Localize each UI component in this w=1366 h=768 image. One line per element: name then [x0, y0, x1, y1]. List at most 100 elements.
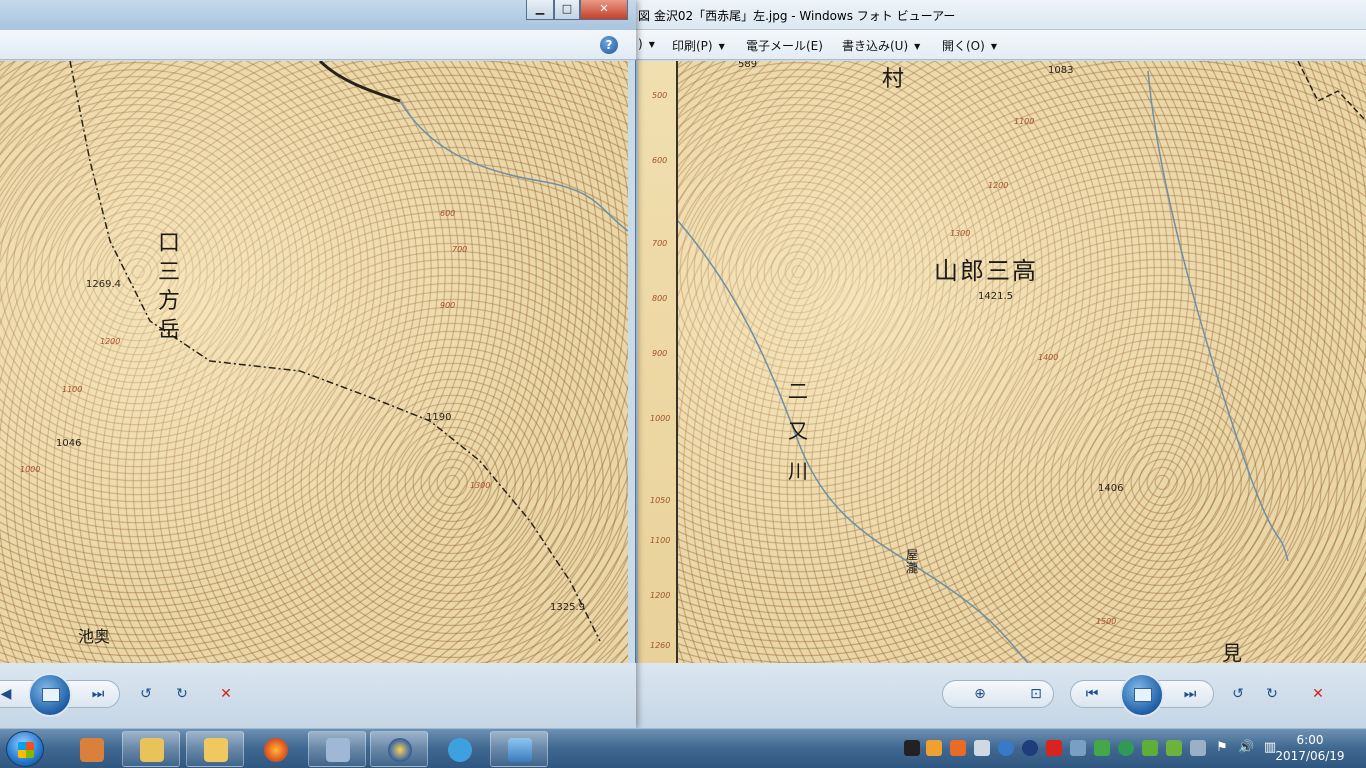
tray-app-icon[interactable] [950, 740, 966, 756]
tray-app-icon[interactable] [1190, 740, 1206, 756]
actual-size-icon[interactable]: ⊡ [1026, 685, 1046, 703]
slideshow-icon [42, 688, 60, 702]
contour-number: 1000 [20, 465, 41, 474]
next-icon[interactable]: ⏭ [88, 685, 108, 703]
tray-app-icon[interactable] [1166, 740, 1182, 756]
menu-open[interactable]: 開く(O) ▼ [942, 37, 997, 54]
action-center-flag-icon[interactable]: ⚑ [1214, 740, 1230, 756]
start-button[interactable] [6, 731, 44, 767]
next-icon[interactable]: ⏭ [1180, 685, 1200, 703]
rotate-right-icon[interactable]: ↻ [1262, 685, 1282, 703]
scale-tick: 600 [652, 156, 668, 165]
tray-app-icon[interactable] [1070, 740, 1086, 756]
app-icon [326, 738, 350, 762]
menu-email-label: 電子メール(E) [746, 39, 823, 53]
menu-file-label: ) [638, 37, 643, 51]
close-button[interactable]: ✕ [580, 0, 628, 20]
media-player-icon [388, 738, 412, 762]
tray-app-icon[interactable] [904, 740, 920, 756]
taskbar-photo-viewer[interactable] [490, 731, 548, 767]
map-label-peak: 口三方岳 [158, 231, 181, 343]
tray-app-icon[interactable] [1118, 740, 1134, 756]
contour-number: 1200 [988, 181, 1009, 190]
scale-tick: 800 [652, 294, 668, 303]
scale-tick: 1100 [650, 536, 671, 545]
title-bar[interactable]: 図 金沢02「西赤尾」左.jpg - Windows フォト ビューアー [632, 0, 1366, 30]
map-image-left[interactable]: 口三方岳 池奥 1269.4 1046 1190 1325.9 600 700 … [0, 61, 628, 663]
photo-viewer-icon [508, 738, 532, 762]
scale-tick: 1260 [650, 641, 671, 650]
menu-print[interactable]: 印刷(P) ▼ [672, 37, 725, 54]
scale-tick: 1200 [650, 591, 671, 600]
title-bar-left[interactable]: ▁ □ ✕ [0, 0, 636, 30]
elevation-label: 1406 [1098, 483, 1124, 494]
elevation-label: 1269.4 [86, 279, 121, 290]
tray-security-icon[interactable] [1142, 740, 1158, 756]
menu-email[interactable]: 電子メール(E) [746, 37, 823, 54]
scale-tick: 900 [652, 349, 668, 358]
scale-tick: 500 [652, 91, 668, 100]
map-margin-scale: 500 600 700 800 900 1000 1050 1100 1200 … [638, 61, 678, 663]
photo-viewer-controls-left: ◀ ⏭ ↺ ↻ ✕ [0, 663, 636, 728]
caption-buttons: ▁ □ ✕ [526, 0, 630, 20]
contour-number: 1100 [1014, 117, 1035, 126]
mail-icon [204, 738, 228, 762]
delete-icon[interactable]: ✕ [216, 685, 236, 703]
delete-icon[interactable]: ✕ [1308, 685, 1328, 703]
tray-app-icon[interactable] [974, 740, 990, 756]
clock-date: 2017/06/19 [1275, 749, 1345, 763]
help-icon[interactable]: ? [600, 36, 618, 54]
map-label-waterfall: 屋瀧 [906, 548, 919, 575]
river-lines [678, 61, 1366, 663]
maximize-button[interactable]: □ [554, 0, 580, 20]
map-label-village: 村 [882, 67, 905, 92]
slideshow-button[interactable] [28, 673, 72, 717]
elevation-label: 1190 [426, 412, 452, 423]
minimize-button[interactable]: ▁ [526, 0, 554, 20]
tray-app-icon[interactable] [1022, 740, 1038, 756]
internet-explorer-icon [448, 738, 472, 762]
command-bar-left: ? [0, 30, 636, 60]
map-label-edge: 見 [1222, 641, 1242, 663]
contour-number: 700 [452, 245, 468, 254]
trail-lines [69, 61, 628, 642]
tray-app-icon[interactable] [998, 740, 1014, 756]
menu-file[interactable]: ) ▼ [638, 37, 655, 51]
slideshow-button[interactable] [1120, 673, 1164, 717]
taskbar-explorer[interactable] [122, 731, 180, 767]
zoom-icon[interactable]: ⊕ [970, 685, 990, 703]
tray-pdf-icon[interactable] [1046, 740, 1062, 756]
previous-icon[interactable]: ◀ [0, 685, 16, 703]
taskbar-ie[interactable] [430, 731, 488, 767]
elevation-label: 1325.9 [550, 602, 585, 613]
tray-app-icon[interactable] [1094, 740, 1110, 756]
taskbar-app-1[interactable] [62, 731, 120, 767]
map-label-river: 二又川 [788, 379, 808, 483]
taskbar-app-5[interactable] [308, 731, 366, 767]
firefox-icon [264, 738, 288, 762]
photo-viewer-window-left: ▁ □ ✕ ? 口三方岳 池奥 1269.4 1046 1190 1325.9 … [0, 0, 636, 728]
contour-number: 1500 [1096, 617, 1117, 626]
menu-open-label: 開く(O) [942, 39, 985, 53]
photo-viewer-window: 図 金沢02「西赤尾」左.jpg - Windows フォト ビューアー ) ▼ … [632, 0, 1366, 728]
menu-bar: ) ▼ 印刷(P) ▼ 電子メール(E) 書き込み(U) ▼ 開く(O) ▼ [632, 30, 1366, 60]
taskbar-firefox[interactable] [246, 731, 304, 767]
app-icon [80, 738, 104, 762]
clock-time: 6:00 [1296, 733, 1324, 747]
rotate-left-icon[interactable]: ↺ [136, 685, 156, 703]
menu-burn[interactable]: 書き込み(U) ▼ [842, 37, 920, 54]
previous-icon[interactable]: ⏮ [1082, 685, 1102, 703]
volume-icon[interactable]: 🔊 [1238, 740, 1254, 756]
rotate-left-icon[interactable]: ↺ [1228, 685, 1248, 703]
rotate-right-icon[interactable]: ↻ [172, 685, 192, 703]
chevron-down-icon: ▼ [990, 42, 997, 51]
elevation-label: 1083 [1048, 65, 1074, 76]
clock[interactable]: 6:00 2017/06/19 [1264, 732, 1356, 764]
map-label-village: 池奥 [78, 627, 111, 646]
tray-app-icon[interactable] [926, 740, 942, 756]
map-image-right[interactable]: 500 600 700 800 900 1000 1050 1100 1200 … [638, 61, 1366, 663]
taskbar-media[interactable] [370, 731, 428, 767]
taskbar-mail[interactable] [186, 731, 244, 767]
scale-tick: 1000 [650, 414, 671, 423]
chevron-down-icon: ▼ [718, 42, 725, 51]
